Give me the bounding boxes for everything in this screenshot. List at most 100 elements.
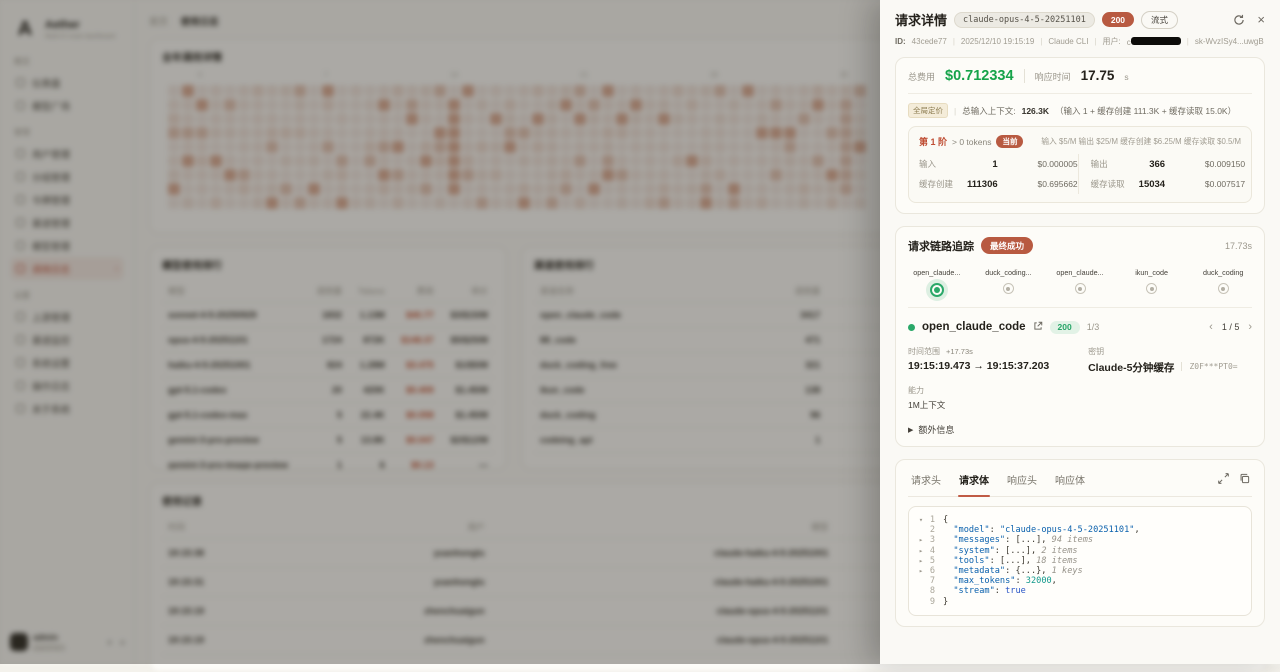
trace-pager: ‹ 1 / 5 › xyxy=(1209,321,1252,333)
code-content: "max_tokens": 32000, xyxy=(943,576,1057,586)
extra-info-toggle[interactable]: ▶ 额外信息 xyxy=(908,423,1252,436)
key-name: Claude-5分钟缓存 xyxy=(1088,360,1174,375)
line-number: 5 xyxy=(927,556,943,566)
tier-row-label: 输出 xyxy=(1091,158,1139,170)
channel-status-badge: 200 xyxy=(1050,321,1080,334)
line-number: 1 xyxy=(927,515,943,525)
fold-chevron-icon[interactable]: ▾ xyxy=(915,515,927,525)
code-line: ▸4 "system": [...], 2 items xyxy=(915,546,1245,556)
status-code-badge: 200 xyxy=(1102,12,1134,27)
next-page-icon[interactable]: › xyxy=(1248,321,1252,333)
user-label: 用户: xyxy=(1103,36,1121,47)
trace-node-label: open_claude... xyxy=(1056,268,1103,277)
fold-chevron-icon[interactable]: ▸ xyxy=(915,556,927,566)
trace-title: 请求链路追踪 xyxy=(908,238,974,254)
tier-row-label: 输入 xyxy=(919,158,967,170)
line-number: 8 xyxy=(927,586,943,596)
latency-unit: s xyxy=(1124,72,1128,82)
latency-label: 响应时间 xyxy=(1035,70,1071,83)
tier-row: 缓存创建111306$0.695662 xyxy=(919,174,1078,194)
trace-result-badge: 最终成功 xyxy=(981,237,1033,254)
tier-row-cost: $0.695662 xyxy=(1014,179,1078,189)
payload-tabs: 请求头 请求体 响应头 响应体 xyxy=(908,470,1252,497)
line-number: 2 xyxy=(927,525,943,535)
tier-row: 输入1$0.000005 xyxy=(919,154,1078,174)
trace-node-circle xyxy=(930,283,944,297)
tier-row-tokens: 15034 xyxy=(1139,179,1181,190)
trace-node-label: duck_coding... xyxy=(985,268,1031,277)
total-cost-label: 总费用 xyxy=(908,70,935,83)
prev-page-icon[interactable]: ‹ xyxy=(1209,321,1213,333)
trace-node[interactable]: duck_coding xyxy=(1194,268,1252,297)
tier-row-cost: $0.007517 xyxy=(1181,179,1245,189)
tier-row-cost: $0.009150 xyxy=(1181,159,1245,169)
api-key: sk-WvzISy4...uwgB xyxy=(1195,37,1264,46)
capability-value: 1M上下文 xyxy=(908,399,1080,411)
refresh-icon[interactable] xyxy=(1233,14,1245,26)
trace-node[interactable]: open_claude... xyxy=(1051,268,1109,297)
trace-node[interactable]: duck_coding... xyxy=(980,268,1038,297)
tier-token-grid: 输入1$0.000005输出366$0.009150缓存创建111306$0.6… xyxy=(919,154,1241,194)
request-meta-row: ID: 43cede77 | 2025/12/10 19:15:19 | Cla… xyxy=(895,36,1265,47)
code-content: } xyxy=(943,597,948,607)
trace-node-circle xyxy=(1146,283,1157,294)
trace-card: 请求链路追踪 最终成功 17.73s open_claude... duck_co… xyxy=(895,226,1265,447)
code-line: 9} xyxy=(915,597,1245,607)
trace-node[interactable]: open_claude... xyxy=(908,268,966,297)
context-total: 126.3K xyxy=(1022,106,1049,116)
tier-row-tokens: 1 xyxy=(967,159,1014,170)
json-viewer[interactable]: ▾1{2 "model": "claude-opus-4-5-20251101"… xyxy=(908,506,1252,616)
expand-icon[interactable] xyxy=(1218,471,1229,489)
line-number: 9 xyxy=(927,597,943,607)
trace-node-circle xyxy=(1075,283,1086,294)
code-line: 8 "stream": true xyxy=(915,586,1245,596)
close-icon[interactable]: × xyxy=(1257,14,1265,26)
request-detail-drawer: 请求详情 claude-opus-4-5-20251101 200 流式 × I… xyxy=(880,0,1280,664)
code-line: ▸6 "metadata": {...}, 1 keys xyxy=(915,566,1245,576)
fold-chevron-icon[interactable]: ▸ xyxy=(915,566,927,576)
trace-node[interactable]: ikun_code xyxy=(1123,268,1181,297)
trace-node-circle xyxy=(1003,283,1014,294)
context-detail: （输入 1 + 缓存创建 111.3K + 缓存读取 15.0K） xyxy=(1055,105,1236,117)
request-id: 43cede77 xyxy=(912,37,947,46)
tab-request-headers[interactable]: 请求头 xyxy=(910,470,942,489)
line-number: 7 xyxy=(927,576,943,586)
fold-chevron-icon[interactable]: ▸ xyxy=(915,546,927,556)
code-content: "metadata": {...}, 1 keys xyxy=(943,566,1083,576)
tab-request-body[interactable]: 请求体 xyxy=(958,470,990,489)
payload-card: 请求头 请求体 响应头 响应体 ▾1{2 "model": "claude-op… xyxy=(895,459,1265,627)
tier-current-badge: 当前 xyxy=(996,135,1023,148)
fold-gutter xyxy=(915,597,927,607)
tier-row-label: 缓存读取 xyxy=(1091,178,1139,190)
copy-icon[interactable] xyxy=(1239,471,1250,489)
triangle-right-icon: ▶ xyxy=(908,426,913,434)
model-pill: claude-opus-4-5-20251101 xyxy=(954,12,1095,28)
code-content: "messages": [...], 94 items xyxy=(943,535,1093,545)
cost-card: 总费用 $0.712334 响应时间 17.75 s 全局定价 | 总输入上下文… xyxy=(895,57,1265,214)
code-line: ▸3 "messages": [...], 94 items xyxy=(915,535,1245,545)
tier-row-tokens: 111306 xyxy=(967,179,1014,190)
pricing-tier-box: 第 1 阶 > 0 tokens 当前 输入 $5/M 输出 $25/M 缓存创… xyxy=(908,126,1252,203)
fold-chevron-icon[interactable]: ▸ xyxy=(915,535,927,545)
code-line: 2 "model": "claude-opus-4-5-20251101", xyxy=(915,525,1245,535)
code-content: "stream": true xyxy=(943,586,1026,596)
external-link-icon[interactable] xyxy=(1033,318,1043,336)
code-content: "tools": [...], 18 items xyxy=(943,556,1078,566)
code-line: ▸5 "tools": [...], 18 items xyxy=(915,556,1245,566)
tier-row-tokens: 366 xyxy=(1139,159,1181,170)
code-line: 7 "max_tokens": 32000, xyxy=(915,576,1245,586)
code-line: ▾1{ xyxy=(915,515,1245,525)
stream-badge: 流式 xyxy=(1141,11,1178,29)
trace-node-label: duck_coding xyxy=(1203,268,1243,277)
context-summary: 全局定价 | 总输入上下文: 126.3K （输入 1 + 缓存创建 111.3… xyxy=(908,103,1252,118)
tier-row-label: 缓存创建 xyxy=(919,178,967,190)
tier-rates: 输入 $5/M 输出 $25/M 缓存创建 $6.25/M 缓存读取 $0.5/… xyxy=(1041,136,1241,147)
tab-response-headers[interactable]: 响应头 xyxy=(1006,470,1038,489)
trace-node-label: open_claude... xyxy=(913,268,960,277)
code-content: "model": "claude-opus-4-5-20251101", xyxy=(943,525,1140,535)
tab-response-body[interactable]: 响应体 xyxy=(1054,470,1086,489)
time-range-field: 时间范围 +17.73s 19:15:19.473 → 19:15:37.203 xyxy=(908,346,1080,375)
fold-gutter xyxy=(915,576,927,586)
capability-field: 能力 1M上下文 xyxy=(908,385,1080,411)
trace-duration: 17.73s xyxy=(1225,241,1252,251)
